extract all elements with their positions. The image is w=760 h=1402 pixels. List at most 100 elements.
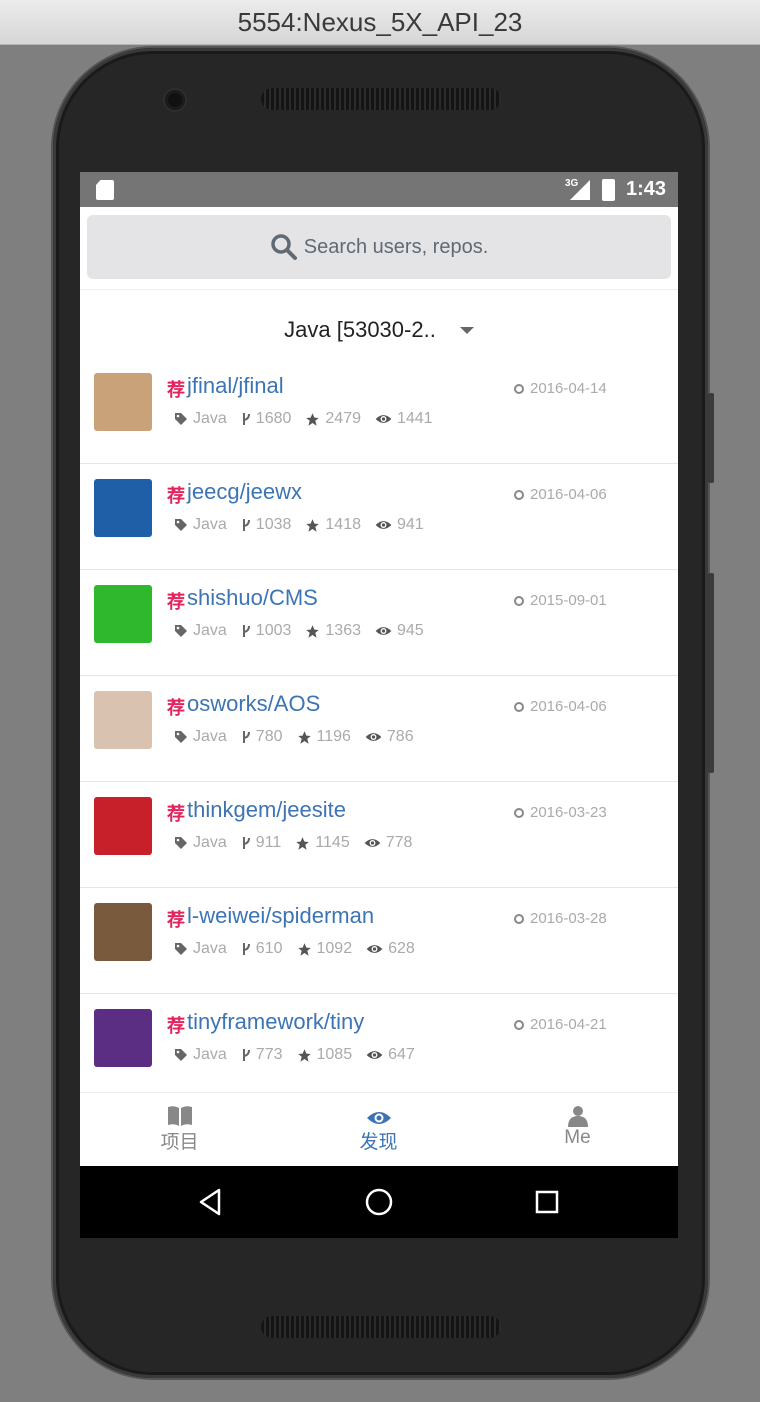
repo-watchers: 945 bbox=[396, 622, 424, 639]
repo-name-link[interactable]: jfinal/jfinal bbox=[187, 373, 284, 399]
repo-meta: Java 1680 2479 1441 bbox=[174, 410, 447, 428]
repo-name-link[interactable]: jeecg/jeewx bbox=[187, 479, 302, 505]
tab-label: 发现 bbox=[359, 1132, 398, 1153]
search-icon bbox=[270, 234, 297, 260]
repo-row[interactable]: 荐 jfinal/jfinal 2016-04-14 Java 1680 2479 1441 bbox=[80, 358, 678, 464]
repo-date: 2016-03-28 bbox=[514, 910, 607, 927]
fork-icon bbox=[242, 1049, 250, 1061]
repo-row[interactable]: 荐 tinyframework/tiny 2016-04-21 Java 773 1085… bbox=[80, 994, 678, 1100]
star-icon bbox=[306, 412, 320, 426]
tag-icon bbox=[175, 943, 187, 955]
repo-meta: Java 1038 1418 941 bbox=[174, 516, 438, 534]
repo-date: 2016-03-23 bbox=[514, 804, 607, 821]
tab-me[interactable]: Me bbox=[478, 1093, 677, 1167]
status-time: 1:43 bbox=[626, 178, 667, 200]
power-button[interactable] bbox=[708, 393, 714, 483]
tag-icon bbox=[175, 731, 187, 743]
clock-icon bbox=[514, 808, 524, 818]
tab-discover[interactable]: 发现 bbox=[279, 1093, 478, 1167]
repo-watchers: 628 bbox=[388, 940, 415, 957]
repo-name-link[interactable]: shishuo/CMS bbox=[187, 585, 318, 611]
device-screen: 3G 1:43 Search users, repos. Java [53030… bbox=[80, 172, 678, 1238]
recommend-badge: 荐 bbox=[167, 804, 185, 824]
home-icon[interactable] bbox=[365, 1188, 393, 1216]
fork-icon bbox=[242, 519, 250, 531]
bottom-speaker bbox=[261, 1316, 501, 1338]
repo-forks: 911 bbox=[255, 834, 282, 851]
fork-icon bbox=[242, 625, 250, 637]
top-speaker bbox=[261, 88, 501, 110]
eye-icon bbox=[366, 945, 383, 953]
system-nav-bar bbox=[80, 1166, 678, 1238]
repo-avatar bbox=[94, 903, 152, 961]
chevron-down-icon bbox=[459, 326, 474, 334]
recommend-badge: 荐 bbox=[167, 910, 185, 930]
repo-date-text: 2016-04-06 bbox=[530, 698, 607, 715]
fork-icon bbox=[242, 413, 250, 425]
repo-row[interactable]: 荐 thinkgem/jeesite 2016-03-23 Java 911 1145 77… bbox=[80, 782, 678, 888]
repo-stars: 1363 bbox=[325, 622, 361, 639]
tab-projects[interactable]: 项目 bbox=[80, 1093, 279, 1167]
recommend-badge: 荐 bbox=[167, 698, 185, 718]
back-icon[interactable] bbox=[198, 1188, 222, 1216]
repo-name-link[interactable]: tinyframework/tiny bbox=[187, 1009, 364, 1035]
eye-icon bbox=[366, 1112, 391, 1124]
repo-list: 荐 jfinal/jfinal 2016-04-14 Java 1680 2479 1441… bbox=[80, 358, 678, 1100]
repo-language: Java bbox=[193, 1046, 227, 1063]
repo-avatar bbox=[94, 479, 152, 537]
recents-icon[interactable] bbox=[535, 1190, 559, 1214]
repo-avatar bbox=[94, 585, 152, 643]
repo-date-text: 2016-04-14 bbox=[530, 380, 607, 397]
repo-row[interactable]: 荐 l-weiwei/spiderman 2016-03-28 Java 610 1092… bbox=[80, 888, 678, 994]
repo-forks: 610 bbox=[255, 940, 283, 957]
recommend-badge: 荐 bbox=[167, 486, 185, 506]
fork-icon bbox=[242, 943, 250, 955]
clock-icon bbox=[514, 490, 524, 500]
repo-language: Java bbox=[193, 728, 227, 745]
bottom-tab-bar: 项目 发现 Me bbox=[80, 1092, 678, 1167]
repo-forks: 1680 bbox=[255, 410, 292, 427]
repo-date: 2015-09-01 bbox=[514, 592, 607, 609]
repo-date: 2016-04-14 bbox=[514, 380, 607, 397]
eye-icon bbox=[366, 1051, 383, 1059]
repo-language: Java bbox=[193, 940, 227, 957]
search-input[interactable]: Search users, repos. bbox=[87, 215, 671, 279]
fork-icon bbox=[242, 837, 250, 849]
search-placeholder: Search users, repos. bbox=[303, 235, 489, 258]
repo-meta: Java 773 1085 647 bbox=[174, 1046, 429, 1064]
repo-row[interactable]: 荐 osworks/AOS 2016-04-06 Java 780 1196 786 bbox=[80, 676, 678, 782]
repo-date-text: 2016-04-06 bbox=[530, 486, 607, 503]
repo-name-link[interactable]: l-weiwei/spiderman bbox=[187, 903, 374, 929]
repo-date-text: 2016-04-21 bbox=[530, 1016, 607, 1033]
language-selected: Java [53030-2.. bbox=[284, 317, 436, 342]
repo-date: 2016-04-21 bbox=[514, 1016, 607, 1033]
tab-label: 项目 bbox=[160, 1132, 199, 1153]
user-icon bbox=[567, 1106, 588, 1127]
recommend-badge: 荐 bbox=[167, 380, 185, 400]
volume-button[interactable] bbox=[708, 573, 714, 773]
repo-stars: 1085 bbox=[316, 1046, 353, 1063]
tab-label: Me bbox=[564, 1127, 591, 1148]
battery-icon bbox=[602, 179, 615, 201]
repo-stars: 1418 bbox=[325, 516, 361, 533]
repo-language: Java bbox=[193, 410, 227, 427]
clock-icon bbox=[514, 914, 524, 924]
repo-avatar bbox=[94, 1009, 152, 1067]
repo-row[interactable]: 荐 jeecg/jeewx 2016-04-06 Java 1038 1418 941 bbox=[80, 464, 678, 570]
repo-date: 2016-04-06 bbox=[514, 698, 607, 715]
repo-name-link[interactable]: osworks/AOS bbox=[187, 691, 320, 717]
tag-icon bbox=[175, 837, 187, 849]
recommend-badge: 荐 bbox=[167, 1016, 185, 1036]
repo-language: Java bbox=[193, 622, 227, 639]
repo-language: Java bbox=[193, 516, 227, 533]
repo-stars: 1092 bbox=[316, 940, 353, 957]
repo-row[interactable]: 荐 shishuo/CMS 2015-09-01 Java 1003 1363 945 bbox=[80, 570, 678, 676]
repo-forks: 773 bbox=[255, 1046, 283, 1063]
repo-watchers: 1441 bbox=[396, 410, 433, 427]
repo-meta: Java 780 1196 786 bbox=[174, 728, 428, 746]
repo-forks: 780 bbox=[255, 728, 283, 745]
repo-watchers: 941 bbox=[396, 516, 424, 533]
star-icon bbox=[306, 624, 320, 638]
repo-name-link[interactable]: thinkgem/jeesite bbox=[187, 797, 346, 823]
star-icon bbox=[306, 518, 320, 532]
